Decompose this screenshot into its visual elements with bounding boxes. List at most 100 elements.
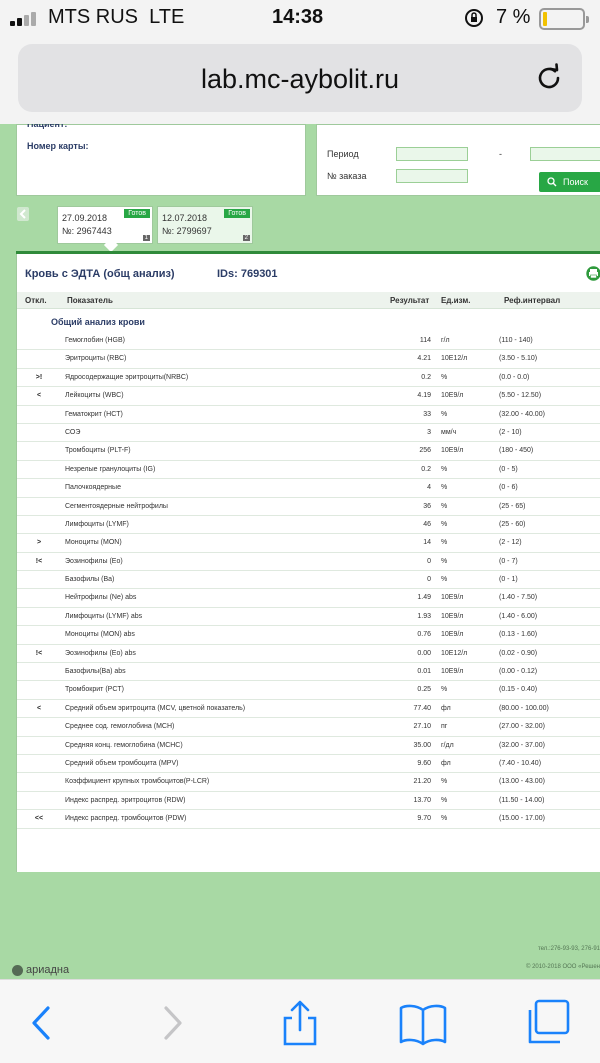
rotation-lock-icon [465,9,483,27]
unit-value: 10E9/л [441,594,464,602]
table-row: Тромбокрит (PCT) 0.25% (0.15 - 0.40) [17,681,600,700]
parameter-name: Средний объем эритроцита (MCV, цветной п… [65,704,246,712]
parameter-name: Гемоглобин (HGB) [65,337,125,344]
deviation-flag: > [36,539,42,547]
table-row: Сегментоядерные нейтрофилы 36% (25 - 65) [17,498,600,516]
browser-toolbar [0,979,600,1063]
parameter-name: Эозинофилы (Eo) [65,557,123,565]
parameter-name: Тромбокрит (PCT) [65,686,124,694]
parameter-name: Палочкоядерные [65,484,121,492]
table-row: >! Ядросодержащие эритроциты(NRBC) 0.2% (0.… [17,369,600,388]
address-bar[interactable]: lab.mc-aybolit.ru [18,44,582,112]
order-date: 12.07.2018 [162,213,208,223]
tabs-icon[interactable] [522,998,572,1048]
table-header: Откл. Показатель Результат Ед.изм. Реф.и… [17,292,600,309]
reference-range: (3.50 - 5.10) [499,355,538,363]
back-icon[interactable] [16,998,66,1048]
reference-range: (32.00 - 37.00) [499,741,545,749]
table-row: Базофилы(Ba) abs 0.01 10E9/л (0.00 - 0.12) [17,663,600,682]
search-button-label: Поиск [563,177,588,187]
reference-range: (1.40 - 6.00) [499,612,538,620]
unit-value: % [441,502,448,510]
clock: 14:38 [272,6,324,28]
unit-value: пг [441,723,448,731]
browser-chrome: lab.mc-aybolit.ru [0,38,600,124]
status-badge: Готов [224,209,250,218]
order-card[interactable]: 27.09.2018 №: 2967443 Готов 1 [57,206,153,253]
reference-range: (0 - 1) [499,576,518,584]
table-row: Лимфоциты (LYMF) 46% (25 - 60) [17,516,600,535]
order-number-input[interactable] [396,169,468,183]
reference-range: (13.00 - 43.00) [499,778,545,786]
parameter-name: Эритроциты (RBC) [65,355,127,363]
period-to-input[interactable] [530,147,600,161]
table-row: Базофилы (Ba) 0% (0 - 1) [17,571,600,590]
unit-value: % [441,576,448,584]
parameter-name: Тромбоциты (PLT-F) [65,447,131,455]
reference-range: (7.40 - 10.40) [499,759,542,767]
result-value: 35.00 [413,741,431,749]
result-value: 36 [423,502,431,510]
deviation-flag: << [34,815,44,823]
deviation-flag: >! [35,373,43,381]
bookmarks-icon[interactable] [398,998,448,1048]
unit-value: % [441,539,448,547]
parameter-name: Коэффициент крупных тромбоцитов(P-LCR) [65,778,210,786]
search-button[interactable]: Поиск [539,172,600,192]
unit-value: 10E9/л [441,631,464,639]
parameter-name: Нейтрофилы (Ne) abs [65,594,137,602]
result-value: 9.60 [417,759,431,767]
deviation-flag: !< [35,557,43,565]
reference-range: (0 - 7) [499,557,518,565]
table-row: < Лейкоциты (WBC) 4.19 10E9/л (5.50 - 12.50) [17,387,600,406]
table-row: Средний объем тромбоцита (MPV) 9.60 фл (7.4… [17,755,600,774]
print-icon[interactable] [586,266,600,281]
result-value: 77.40 [413,704,431,712]
result-value: 33 [423,410,431,418]
parameter-name: Незрелые гранулоциты (IG) [65,465,156,473]
parameter-name: Моноциты (MON) abs [65,631,135,639]
parameter-name: Эозинофилы (Eo) abs [65,649,136,657]
result-value: 1.49 [417,594,431,602]
parameter-name: Ядросодержащие эритроциты(NRBC) [65,373,189,381]
parameter-name: Среднее сод. гемоглобина (MCH) [65,723,175,731]
table-row: << Индекс распред. тромбоцитов (PDW) 9.70%… [17,810,600,829]
reference-range: (0.00 - 0.12) [499,668,538,676]
reference-range: (110 - 140) [499,337,533,344]
reload-icon[interactable] [534,63,564,93]
parameter-name: Базофилы(Ba) abs [65,668,126,676]
result-value: 0.25 [417,686,431,694]
period-label: Период [327,149,359,159]
share-icon[interactable] [275,998,325,1048]
parameter-name: Средняя конц. гемоглобина (MCHC) [65,741,183,749]
url-text[interactable]: lab.mc-aybolit.ru [18,64,582,95]
table-row: < Средний объем эритроцита (MCV, цветной … [17,700,600,719]
parameter-name: Лимфоциты (LYMF) [65,520,129,528]
prev-orders-arrow-icon[interactable] [17,207,29,221]
forward-icon[interactable] [148,998,198,1048]
col-reference: Реф.интервал [504,296,561,305]
order-card[interactable]: 12.07.2018 №: 2799697 Готов 2 [157,206,253,244]
unit-value: % [441,557,448,565]
result-value: 0.01 [417,668,431,676]
table-row: Гематокрит (HCT) 33% (32.00 - 40.00) [17,406,600,424]
period-from-input[interactable] [396,147,468,161]
result-value: 4.21 [417,355,431,363]
table-row: Лимфоциты (LYMF) abs 1.93 10E9/л (1.40 - 6.… [17,608,600,627]
result-value: 4 [427,484,431,492]
result-value: 114 [419,337,431,344]
parameter-name: Сегментоядерные нейтрофилы [65,502,168,510]
table-row: Тромбоциты (PLT-F) 256 10E9/л (180 - 450) [17,442,600,461]
unit-value: % [441,796,448,804]
reference-range: (27.00 - 32.00) [499,723,545,731]
unit-value: 10E12/л [441,355,468,363]
panel-title: Кровь с ЭДТА (общ анализ) [25,268,175,280]
order-date: 27.09.2018 [62,213,108,223]
status-bar: MTS RUS LTE 14:38 7 % [0,0,600,38]
reference-range: (0 - 5) [499,465,518,473]
col-result: Результат [390,296,430,305]
table-row: Незрелые гранулоциты (IG) 0.2% (0 - 5) [17,461,600,480]
footer-phone: тел.:276-93-93, 276-91 [537,946,600,952]
parameter-name: Моноциты (MON) [65,539,122,547]
battery-icon [539,8,589,30]
